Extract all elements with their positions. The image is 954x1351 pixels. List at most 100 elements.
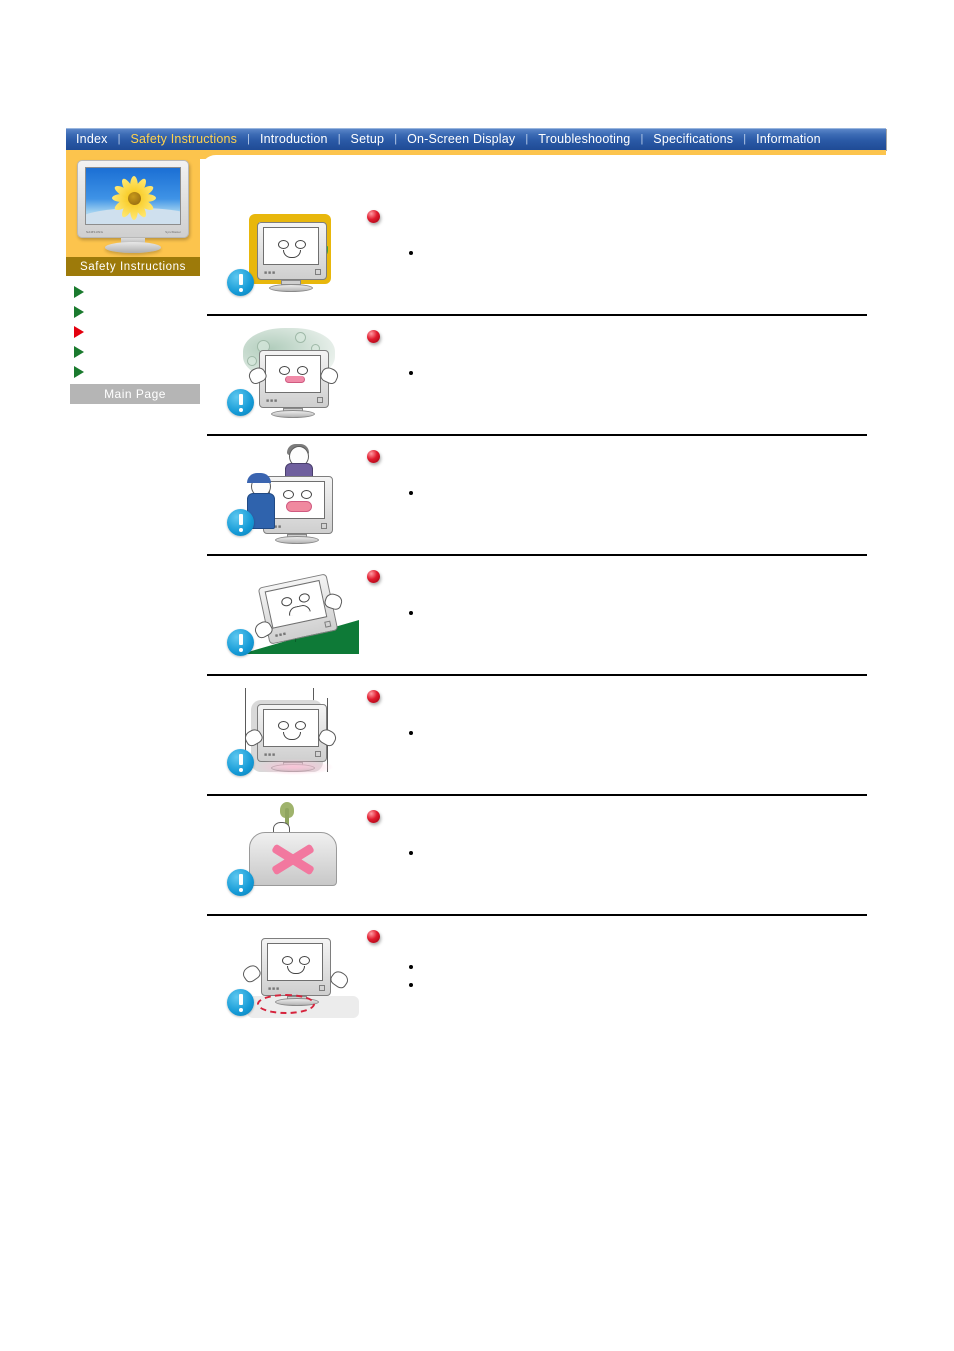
exclamation-badge-icon [227,749,254,776]
bullet-item [409,605,867,615]
bullet-dot-icon [409,371,413,375]
safety-row: ■■■ [207,676,867,796]
two-people-moving-monitor-illustration: ■■■ [227,442,352,544]
bullet-dot-icon [409,251,413,255]
monitor-shape: ■■■ [257,704,327,762]
row-heading [367,316,867,343]
row-bullet-list [367,959,867,987]
bullet-dot-icon [409,983,413,987]
monitor-base [105,242,161,253]
row-heading [367,556,867,583]
safety-row: ■■■ [207,316,867,436]
main-navigation-bar: Index | Safety Instructions | Introduction | S… [66,128,886,150]
nav-item-safety-instructions[interactable]: Safety Instructions [120,133,247,146]
main-page-button-label: Main Page [104,387,166,401]
triangle-bullet-icon [74,286,84,298]
sunflower-core [128,192,141,205]
triangle-bullet-icon [74,306,84,318]
cloth-cover-shape [249,832,337,886]
nav-item-introduction[interactable]: Introduction [250,133,338,146]
monitor-model-label: SyncMaster [165,230,181,234]
sidebar-item-1[interactable] [70,282,206,302]
bullet-item [409,365,867,375]
nav-item-information[interactable]: Information [746,133,831,146]
bullet-dot-icon [409,491,413,495]
monitor-behind-curtain-illustration: ■■■ [227,202,352,302]
red-sphere-bullet-icon [367,450,380,463]
monitor-brand-label: SAMSUNG [86,230,104,234]
monitor-screen [85,167,181,225]
sidebar-title-label: Safety Instructions [80,260,186,273]
red-sphere-bullet-icon [367,330,380,343]
monitor-bezel: SAMSUNG SyncMaster [77,160,189,238]
sidebar-menu-list [70,282,206,382]
nav-item-on-screen-display[interactable]: On-Screen Display [397,133,525,146]
sidebar-item-4[interactable] [70,342,206,362]
sidebar-title-bar: Safety Instructions [66,257,200,276]
triangle-bullet-icon [74,346,84,358]
row-heading [367,196,867,223]
monitor-near-edge-of-table-illustration: ■■■ [227,922,359,1022]
safety-row: ■■■ [207,196,867,316]
red-sphere-bullet-icon [367,570,380,583]
bullet-item [409,245,867,255]
row-heading [367,796,867,823]
bullet-item [409,725,867,735]
exclamation-badge-icon [227,509,254,536]
red-sphere-bullet-icon [367,690,380,703]
impact-highlight [255,759,333,775]
row-bullet-list [367,845,867,855]
red-sphere-bullet-icon [367,810,380,823]
monitor-sunflower-thumbnail-icon: SAMSUNG SyncMaster [77,160,189,253]
bullet-item [409,485,867,495]
warning-ring-shape [257,994,315,1014]
nav-item-index[interactable]: Index [66,133,118,146]
triangle-bullet-icon [74,366,84,378]
nav-item-specifications[interactable]: Specifications [643,133,743,146]
row-heading [367,436,867,463]
bullet-item [409,977,867,987]
red-sphere-bullet-icon [367,210,380,223]
nav-item-troubleshooting[interactable]: Troubleshooting [528,133,640,146]
monitor-shape: ■■■ [259,350,329,408]
bullet-item [409,845,867,855]
sidebar-item-5[interactable] [70,362,206,382]
sunflower-icon [112,176,156,220]
monitor-covered-with-cloth-x-illustration [227,802,352,902]
row-heading [367,676,867,703]
row-bullet-list [367,605,867,615]
exclamation-badge-icon [227,989,254,1016]
bullet-dot-icon [409,611,413,615]
monitor-in-hot-humid-place-illustration: ■■■ [227,322,352,422]
exclamation-badge-icon [227,389,254,416]
monitor-on-unstable-slope-illustration: ■■■ [227,562,359,662]
exclamation-badge-icon [227,269,254,296]
row-heading [367,916,867,943]
triangle-bullet-red-icon [74,326,84,338]
hand-shape [328,968,351,991]
row-bullet-list [367,365,867,375]
bullet-item [409,959,867,969]
sidebar-item-3[interactable] [70,322,206,342]
exclamation-badge-icon [227,869,254,896]
row-bullet-list [367,725,867,735]
monitor-shape: ■■■ [257,222,327,280]
bullet-dot-icon [409,965,413,969]
safety-instruction-rows: ■■■ ■■■ ■■■ ■■■ ■■■ ■■■ [207,196,867,1034]
bullet-dot-icon [409,851,413,855]
row-bullet-list [367,485,867,495]
hand-shape [240,962,263,985]
safety-row: ■■■ [207,556,867,676]
sidebar-item-2[interactable] [70,302,206,322]
safety-row [207,796,867,916]
main-page-button[interactable]: Main Page [70,384,200,404]
safety-row: ■■■ [207,436,867,556]
exclamation-badge-icon [227,629,254,656]
nav-item-setup[interactable]: Setup [341,133,395,146]
monitor-dropped-shock-illustration: ■■■ [227,682,352,782]
monitor-shape: ■■■ [261,938,331,996]
bullet-dot-icon [409,731,413,735]
person-shape [247,473,275,529]
safety-row: ■■■ [207,916,867,1034]
row-bullet-list [367,245,867,255]
